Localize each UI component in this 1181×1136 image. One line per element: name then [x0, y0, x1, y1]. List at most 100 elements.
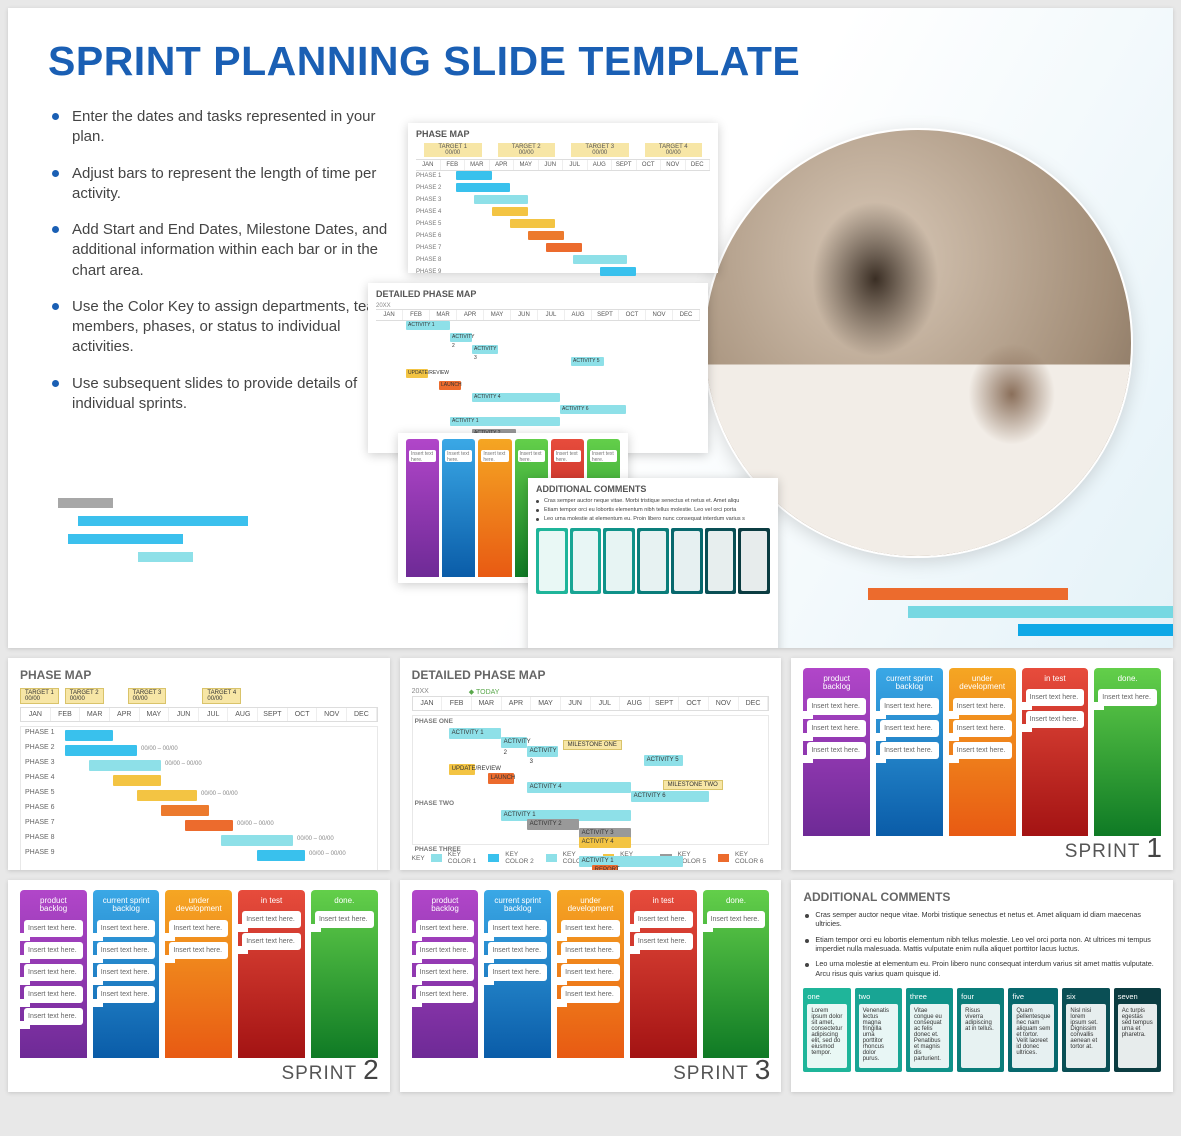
thumb-title: ADDITIONAL COMMENTS	[803, 890, 1161, 904]
kanban-column: product backlogInsert text here.Insert t…	[803, 668, 870, 836]
mini-comments: ADDITIONAL COMMENTS Cras semper auctor n…	[528, 478, 778, 648]
kanban-card[interactable]: Insert text here.	[561, 942, 620, 959]
gantt-area: PHASE 1PHASE 200/00 – 00/00PHASE 300/00 …	[20, 726, 378, 870]
kanban-card[interactable]: Insert text here.	[416, 964, 475, 981]
kanban-column: in testInsert text here.Insert text here…	[1022, 668, 1089, 836]
thumb-comments[interactable]: ADDITIONAL COMMENTS Cras semper auctor n…	[791, 880, 1173, 1092]
kanban-card[interactable]: Insert text here.	[97, 942, 156, 959]
kanban-card[interactable]: Insert text here.	[953, 720, 1012, 737]
kanban-column: done.Insert text here.	[1094, 668, 1161, 836]
kanban-card[interactable]: Insert text here.	[1098, 689, 1157, 706]
today-label: TODAY	[476, 689, 499, 696]
kanban-card[interactable]: Insert text here.	[24, 1008, 83, 1025]
bullet-item: Add Start and End Dates, Milestone Dates…	[48, 220, 388, 281]
sprint-number: SPRINT 1	[1065, 832, 1163, 864]
kanban-card[interactable]: Insert text here.	[634, 911, 693, 928]
comment-item: Leo urna molestie at elementum eu. Proin…	[803, 959, 1161, 978]
mini-title: DETAILED PHASE MAP	[376, 289, 700, 299]
kanban-card[interactable]: Insert text here.	[97, 986, 156, 1003]
kanban-column: under developmentInsert text here.Insert…	[557, 890, 624, 1058]
kanban-card[interactable]: Insert text here.	[488, 920, 547, 937]
kanban-card[interactable]: Insert text here.	[24, 964, 83, 981]
kanban-card[interactable]: Insert text here.	[242, 911, 301, 928]
column-header: current sprint backlog	[880, 672, 939, 698]
column-header: product backlog	[24, 894, 83, 920]
kanban-card[interactable]: Insert text here.	[953, 742, 1012, 759]
column-header: in test	[1026, 672, 1085, 689]
kanban-card[interactable]: Insert text here.	[488, 964, 547, 981]
kanban-column: done.Insert text here.	[703, 890, 770, 1058]
page-title: SPRINT PLANNING SLIDE TEMPLATE	[48, 38, 1133, 85]
column-header: product backlog	[416, 894, 475, 920]
column-header: current sprint backlog	[488, 894, 547, 920]
sprint-number: SPRINT 2	[281, 1054, 379, 1086]
bullet-item: Use the Color Key to assign departments,…	[48, 297, 388, 358]
kanban-card[interactable]: Insert text here.	[807, 720, 866, 737]
kanban-column: under developmentInsert text here.Insert…	[165, 890, 232, 1058]
mini-detailed-phase-map: DETAILED PHASE MAP 20XX JANFEBMARAPRMAYJ…	[368, 283, 708, 453]
summary-column: twoVenenatis lectus magna fringilla urna…	[855, 988, 902, 1072]
kanban-column: current sprint backlogInsert text here.I…	[93, 890, 160, 1058]
kanban-card[interactable]: Insert text here.	[561, 920, 620, 937]
column-header: in test	[242, 894, 301, 911]
summary-column: fourRisus viverra adipiscing at in tellu…	[957, 988, 1004, 1072]
kanban-card[interactable]: Insert text here.	[24, 942, 83, 959]
year-label: 20XX	[412, 688, 429, 696]
kanban-column: in testInsert text here.Insert text here…	[238, 890, 305, 1058]
bullet-item: Enter the dates and tasks represented in…	[48, 107, 388, 148]
kanban-card[interactable]: Insert text here.	[488, 942, 547, 959]
kanban-card[interactable]: Insert text here.	[169, 942, 228, 959]
summary-column: oneLorem ipsum dolor sit amet, consectet…	[803, 988, 850, 1072]
kanban-column: product backlogInsert text here.Insert t…	[412, 890, 479, 1058]
column-header: under development	[953, 672, 1012, 698]
kanban-board: product backlogInsert text here.Insert t…	[803, 668, 1161, 836]
kanban-column: product backlogInsert text here.Insert t…	[20, 890, 87, 1058]
kanban-card[interactable]: Insert text here.	[97, 964, 156, 981]
column-header: under development	[561, 894, 620, 920]
kanban-card[interactable]: Insert text here.	[169, 920, 228, 937]
kanban-card[interactable]: Insert text here.	[707, 911, 766, 928]
kanban-column: under developmentInsert text here.Insert…	[949, 668, 1016, 836]
kanban-card[interactable]: Insert text here.	[561, 964, 620, 981]
kanban-card[interactable]: Insert text here.	[807, 742, 866, 759]
kanban-card[interactable]: Insert text here.	[1026, 711, 1085, 728]
kanban-card[interactable]: Insert text here.	[97, 920, 156, 937]
column-header: current sprint backlog	[97, 894, 156, 920]
summary-column: fiveQuam pellentesque nec nam aliquam se…	[1008, 988, 1058, 1072]
accent-stripe	[908, 606, 1173, 618]
accent-stripe	[58, 498, 113, 508]
kanban-card[interactable]: Insert text here.	[953, 698, 1012, 715]
accent-stripe	[68, 534, 183, 544]
column-header: product backlog	[807, 672, 866, 698]
comment-item: Etiam tempor orci eu lobortis elementum …	[803, 935, 1161, 954]
kanban-card[interactable]: Insert text here.	[416, 942, 475, 959]
summary-column: sevenAc turpis egestas sed tempus urna e…	[1114, 988, 1161, 1072]
kanban-card[interactable]: Insert text here.	[880, 742, 939, 759]
thumb-title: DETAILED PHASE MAP	[412, 668, 770, 682]
kanban-card[interactable]: Insert text here.	[416, 986, 475, 1003]
main-slide: SPRINT PLANNING SLIDE TEMPLATE Enter the…	[8, 8, 1173, 648]
thumb-title: PHASE MAP	[20, 668, 378, 682]
mini-phase-map: PHASE MAP TARGET 100/00TARGET 200/00TARG…	[408, 123, 718, 273]
kanban-card[interactable]: Insert text here.	[24, 986, 83, 1003]
mini-title: PHASE MAP	[416, 129, 710, 139]
kanban-column: current sprint backlogInsert text here.I…	[484, 890, 551, 1058]
kanban-card[interactable]: Insert text here.	[315, 911, 374, 928]
kanban-card[interactable]: Insert text here.	[561, 986, 620, 1003]
kanban-card[interactable]: Insert text here.	[880, 698, 939, 715]
thumb-sprint-3[interactable]: product backlogInsert text here.Insert t…	[400, 880, 782, 1092]
thumb-sprint-1[interactable]: product backlogInsert text here.Insert t…	[791, 658, 1173, 870]
mini-title: ADDITIONAL COMMENTS	[536, 484, 770, 494]
kanban-card[interactable]: Insert text here.	[880, 720, 939, 737]
kanban-card[interactable]: Insert text here.	[634, 933, 693, 950]
thumb-phase-map[interactable]: PHASE MAP TARGET 100/00TARGET 200/00TARG…	[8, 658, 390, 870]
thumb-sprint-2[interactable]: product backlogInsert text here.Insert t…	[8, 880, 390, 1092]
thumb-detailed-phase-map[interactable]: DETAILED PHASE MAP 20XX ◆ TODAY JANFEBMA…	[400, 658, 782, 870]
kanban-card[interactable]: Insert text here.	[1026, 689, 1085, 706]
kanban-card[interactable]: Insert text here.	[416, 920, 475, 937]
kanban-card[interactable]: Insert text here.	[24, 920, 83, 937]
kanban-column: done.Insert text here.	[311, 890, 378, 1058]
kanban-card[interactable]: Insert text here.	[807, 698, 866, 715]
column-header: done.	[707, 894, 766, 911]
kanban-card[interactable]: Insert text here.	[242, 933, 301, 950]
